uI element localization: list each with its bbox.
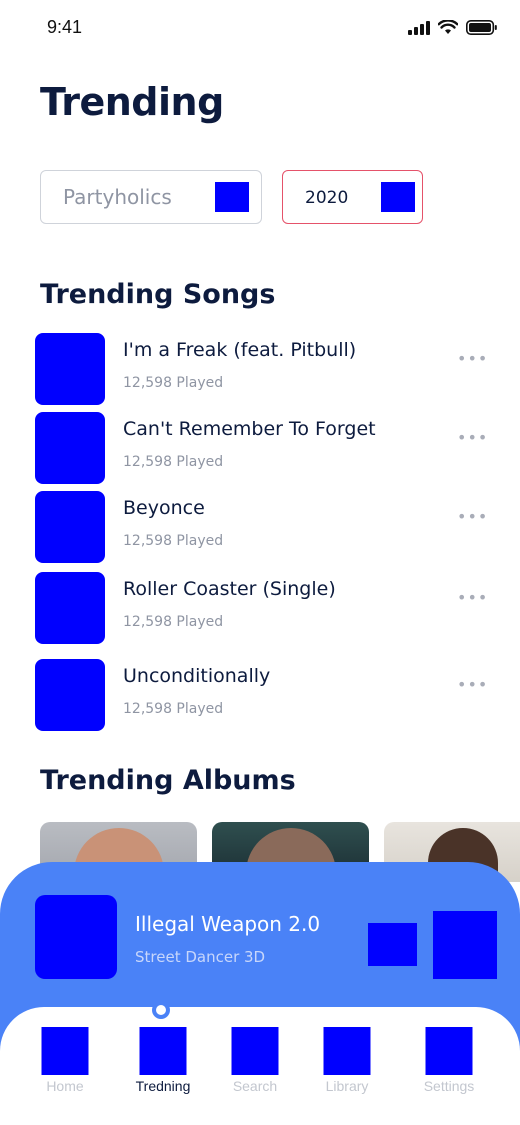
more-options-icon[interactable]: ••• xyxy=(457,428,488,447)
bottom-nav: Home Tredning Search Library Settings xyxy=(0,1001,520,1125)
active-tab-indicator xyxy=(152,1001,170,1019)
chevron-down-icon xyxy=(215,182,249,212)
genre-dropdown-value: Partyholics xyxy=(63,185,172,209)
trending-albums-heading: Trending Albums xyxy=(40,765,296,796)
nav-item-search[interactable]: Search xyxy=(215,1027,295,1107)
previous-track-icon[interactable] xyxy=(368,923,417,966)
nav-item-settings[interactable]: Settings xyxy=(409,1027,489,1107)
now-playing-subtitle: Street Dancer 3D xyxy=(135,948,266,966)
year-dropdown-value: 2020 xyxy=(305,188,349,208)
song-play-count: 12,598 Played xyxy=(123,533,224,549)
song-title: I'm a Freak (feat. Pitbull) xyxy=(123,339,357,361)
search-icon xyxy=(231,1027,279,1075)
song-row[interactable]: Beyonce 12,598 Played ••• xyxy=(35,491,495,565)
nav-label: Search xyxy=(232,1078,278,1094)
song-artwork xyxy=(35,491,105,563)
chevron-down-icon xyxy=(381,182,415,212)
song-artwork xyxy=(35,659,105,731)
nav-item-home[interactable]: Home xyxy=(25,1027,105,1107)
wifi-icon xyxy=(438,20,458,34)
song-row[interactable]: Can't Remember To Forget 12,598 Played •… xyxy=(35,412,495,486)
more-options-icon[interactable]: ••• xyxy=(457,349,488,368)
nav-label: Home xyxy=(46,1078,84,1094)
now-playing-artwork xyxy=(35,895,117,979)
song-row[interactable]: Unconditionally 12,598 Played ••• xyxy=(35,659,495,733)
song-play-count: 12,598 Played xyxy=(123,454,224,470)
page-title: Trending xyxy=(40,80,224,124)
nav-item-trending[interactable]: Tredning xyxy=(123,1027,203,1107)
year-dropdown[interactable]: 2020 xyxy=(282,170,423,224)
nav-label: Tredning xyxy=(135,1078,191,1094)
song-artwork xyxy=(35,333,105,405)
song-artwork xyxy=(35,412,105,484)
song-row[interactable]: I'm a Freak (feat. Pitbull) 12,598 Playe… xyxy=(35,333,495,407)
genre-dropdown[interactable]: Partyholics xyxy=(40,170,262,224)
battery-icon xyxy=(466,20,497,35)
status-icons xyxy=(408,20,498,35)
song-artwork xyxy=(35,572,105,644)
song-row[interactable]: Roller Coaster (Single) 12,598 Played ••… xyxy=(35,572,495,646)
nav-label: Settings xyxy=(423,1078,475,1094)
status-time: 9:41 xyxy=(47,17,83,37)
play-pause-icon[interactable] xyxy=(433,911,497,979)
more-options-icon[interactable]: ••• xyxy=(457,507,488,526)
song-play-count: 12,598 Played xyxy=(123,701,224,717)
nav-item-library[interactable]: Library xyxy=(307,1027,387,1107)
status-bar: 9:41 xyxy=(0,0,520,56)
trending-songs-heading: Trending Songs xyxy=(40,279,276,310)
more-options-icon[interactable]: ••• xyxy=(457,675,488,694)
nav-label: Library xyxy=(325,1078,369,1094)
library-icon xyxy=(323,1027,371,1075)
more-options-icon[interactable]: ••• xyxy=(457,588,488,607)
signal-icon xyxy=(408,20,430,35)
now-playing-title: Illegal Weapon 2.0 xyxy=(135,912,321,936)
song-play-count: 12,598 Played xyxy=(123,375,224,391)
song-title: Roller Coaster (Single) xyxy=(123,578,336,600)
settings-icon xyxy=(425,1027,473,1075)
song-title: Unconditionally xyxy=(123,665,271,687)
song-title: Can't Remember To Forget xyxy=(123,418,376,440)
trending-icon xyxy=(139,1027,187,1075)
song-title: Beyonce xyxy=(123,497,205,519)
home-icon xyxy=(41,1027,89,1075)
song-play-count: 12,598 Played xyxy=(123,614,224,630)
